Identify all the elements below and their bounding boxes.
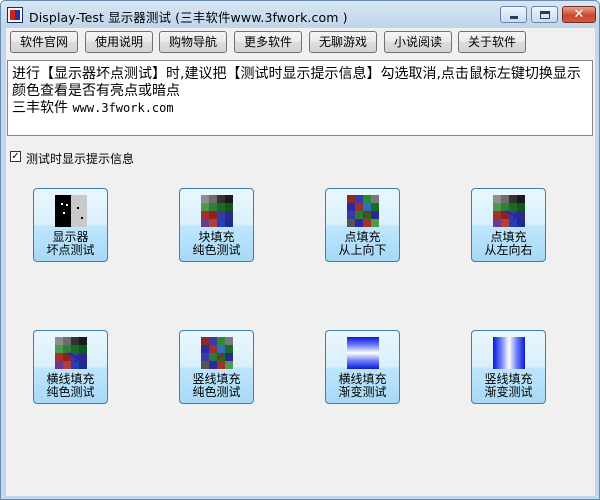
hline-solid-icon <box>55 337 87 369</box>
toolbar: 软件官网 使用说明 购物导航 更多软件 无聊游戏 小说阅读 关于软件 <box>6 31 595 55</box>
dot-fill-left-right-button[interactable]: 点填充 从左向右 <box>471 188 546 262</box>
info-line-1: 进行【显示器坏点测试】时,建议把【测试时显示提示信息】勾选取消,点击鼠标左键切换… <box>12 66 581 82</box>
info-text-box[interactable]: 进行【显示器坏点测试】时,建议把【测试时显示提示信息】勾选取消,点击鼠标左键切换… <box>7 60 593 136</box>
casual-games-button[interactable]: 无聊游戏 <box>309 31 377 53</box>
tile-label: 显示器 坏点测试 <box>46 230 95 257</box>
official-site-button[interactable]: 软件官网 <box>10 31 78 53</box>
vendor-site: www.3fwork.com <box>72 101 174 115</box>
info-line-2: 颜色查看是否有亮点或暗点 <box>12 83 180 99</box>
novel-reading-button[interactable]: 小说阅读 <box>384 31 452 53</box>
dot-fill-right-icon <box>493 195 525 227</box>
show-tips-label: 测试时显示提示信息 <box>26 152 135 166</box>
block-fill-icon <box>201 195 233 227</box>
show-tips-checkbox[interactable]: ✓ <box>10 151 21 162</box>
more-software-button[interactable]: 更多软件 <box>234 31 302 53</box>
user-guide-button[interactable]: 使用说明 <box>85 31 153 53</box>
about-button[interactable]: 关于软件 <box>458 31 526 53</box>
close-button[interactable]: ✕ <box>562 6 596 23</box>
tile-label: 块填充 纯色测试 <box>192 230 241 257</box>
vendor-name: 三丰软件 <box>12 100 68 116</box>
hline-fill-solid-button[interactable]: 横线填充 纯色测试 <box>33 330 108 404</box>
tile-label: 竖线填充 渐变测试 <box>484 372 533 399</box>
minimize-button[interactable] <box>500 6 527 23</box>
maximize-button[interactable] <box>531 6 558 23</box>
dead-pixel-test-button[interactable]: 显示器 坏点测试 <box>33 188 108 262</box>
hline-fill-gradient-button[interactable]: 横线填充 渐变测试 <box>325 330 400 404</box>
dot-fill-down-icon <box>347 195 379 227</box>
vline-solid-icon <box>201 337 233 369</box>
minimize-icon <box>510 16 518 19</box>
dead-pixel-icon <box>55 195 87 227</box>
tile-label: 横线填充 纯色测试 <box>46 372 95 399</box>
vline-fill-gradient-button[interactable]: 竖线填充 渐变测试 <box>471 330 546 404</box>
dot-fill-top-down-button[interactable]: 点填充 从上向下 <box>325 188 400 262</box>
tile-label: 竖线填充 纯色测试 <box>192 372 241 399</box>
shopping-nav-button[interactable]: 购物导航 <box>159 31 227 53</box>
tile-label: 点填充 从左向右 <box>484 230 533 257</box>
close-icon: ✕ <box>573 7 585 22</box>
info-line-3: 三丰软件 www.3fwork.com <box>12 100 588 117</box>
tile-label: 横线填充 渐变测试 <box>338 372 387 399</box>
tile-label: 点填充 从上向下 <box>338 230 387 257</box>
hline-gradient-icon <box>347 337 379 369</box>
vline-gradient-icon <box>493 337 525 369</box>
vline-fill-solid-button[interactable]: 竖线填充 纯色测试 <box>179 330 254 404</box>
client-area: 软件官网 使用说明 购物导航 更多软件 无聊游戏 小说阅读 关于软件 进行【显示… <box>6 28 595 496</box>
app-window: Display-Test 显示器测试 (三丰软件www.3fwork.com )… <box>0 0 600 500</box>
maximize-icon <box>540 11 550 19</box>
app-icon[interactable] <box>7 7 23 23</box>
title-bar[interactable]: Display-Test 显示器测试 (三丰软件www.3fwork.com )… <box>1 1 599 28</box>
block-fill-solid-button[interactable]: 块填充 纯色测试 <box>179 188 254 262</box>
window-title: Display-Test 显示器测试 (三丰软件www.3fwork.com ) <box>29 10 348 25</box>
